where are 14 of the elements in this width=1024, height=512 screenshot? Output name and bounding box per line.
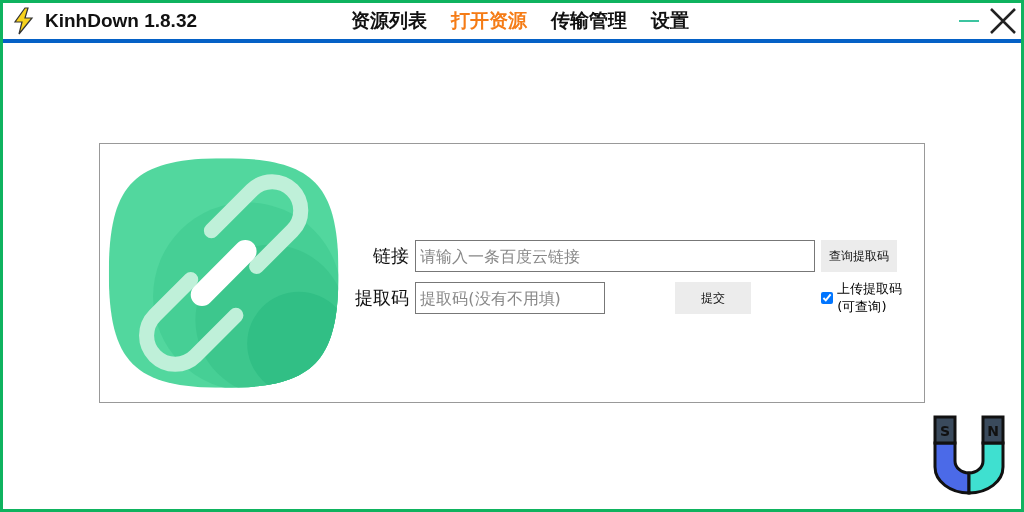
nav-tab[interactable]: 设置 bbox=[651, 8, 690, 34]
nav-tab[interactable]: 传输管理 bbox=[551, 8, 628, 34]
query-code-button[interactable]: 查询提取码 bbox=[821, 240, 898, 272]
upload-checkbox[interactable] bbox=[821, 292, 834, 304]
upload-checkbox-label: 上传提取码(可查询) bbox=[837, 280, 904, 316]
window-title: KinhDown 1.8.32 bbox=[45, 10, 198, 32]
nav-tab[interactable]: 资源列表 bbox=[351, 8, 428, 34]
code-label: 提取码 bbox=[355, 286, 410, 310]
link-label: 链接 bbox=[372, 244, 410, 268]
link-input[interactable]: 请输入一条百度云链接 bbox=[415, 240, 816, 272]
code-input[interactable]: 提取码(没有不用填) bbox=[415, 282, 606, 314]
close-icon[interactable] bbox=[989, 7, 1017, 35]
minimize-icon[interactable] bbox=[959, 19, 979, 23]
submit-button[interactable]: 提交 bbox=[675, 282, 752, 314]
